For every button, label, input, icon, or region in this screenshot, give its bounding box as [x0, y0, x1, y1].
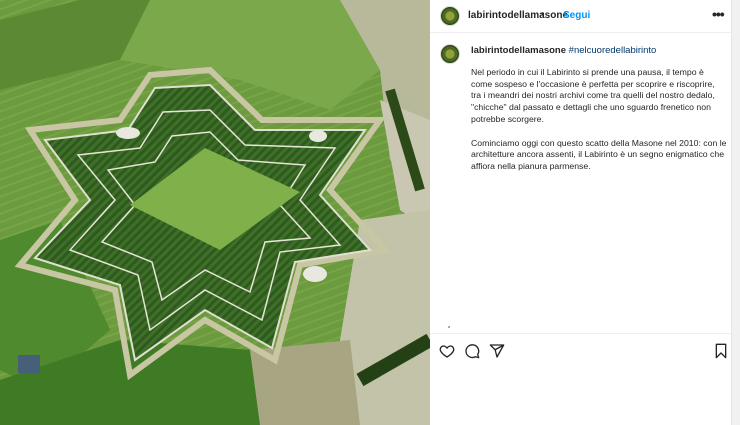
author-avatar[interactable] [440, 6, 460, 26]
follow-button[interactable]: Segui [563, 10, 590, 21]
post-sidebar: labirintodellamasone • Segui ••• labirin… [430, 0, 740, 425]
aerial-maze-photo [0, 0, 430, 425]
bookmark-icon[interactable] [714, 343, 728, 364]
share-icon[interactable] [489, 343, 505, 364]
caption-header: labirintodellamasone #nelcuoredellabirin… [471, 45, 656, 56]
caption-username[interactable]: labirintodellamasone [471, 45, 566, 56]
caption-paragraph-2: Cominciamo oggi con questo scatto della … [471, 137, 727, 171]
heart-icon[interactable] [439, 343, 455, 364]
caption-text: Nel periodo in cui il Labirinto si prend… [471, 67, 727, 185]
post-header: labirintodellamasone • Segui ••• [430, 0, 732, 33]
more-options-icon[interactable]: ••• [712, 6, 725, 22]
author-username[interactable]: labirintodellamasone [468, 10, 568, 21]
post-photo[interactable] [0, 0, 430, 425]
separator-dot: • [541, 9, 545, 20]
caption-paragraph-1: Nel periodo in cui il Labirinto si prend… [471, 67, 715, 124]
action-bar [430, 333, 732, 368]
comment-icon[interactable] [464, 343, 480, 364]
caption-avatar[interactable] [440, 44, 460, 64]
scrollbar[interactable] [731, 0, 740, 425]
scroll-indicator-dot [448, 326, 450, 328]
caption-hashtag[interactable]: #nelcuoredellabirinto [569, 45, 657, 56]
